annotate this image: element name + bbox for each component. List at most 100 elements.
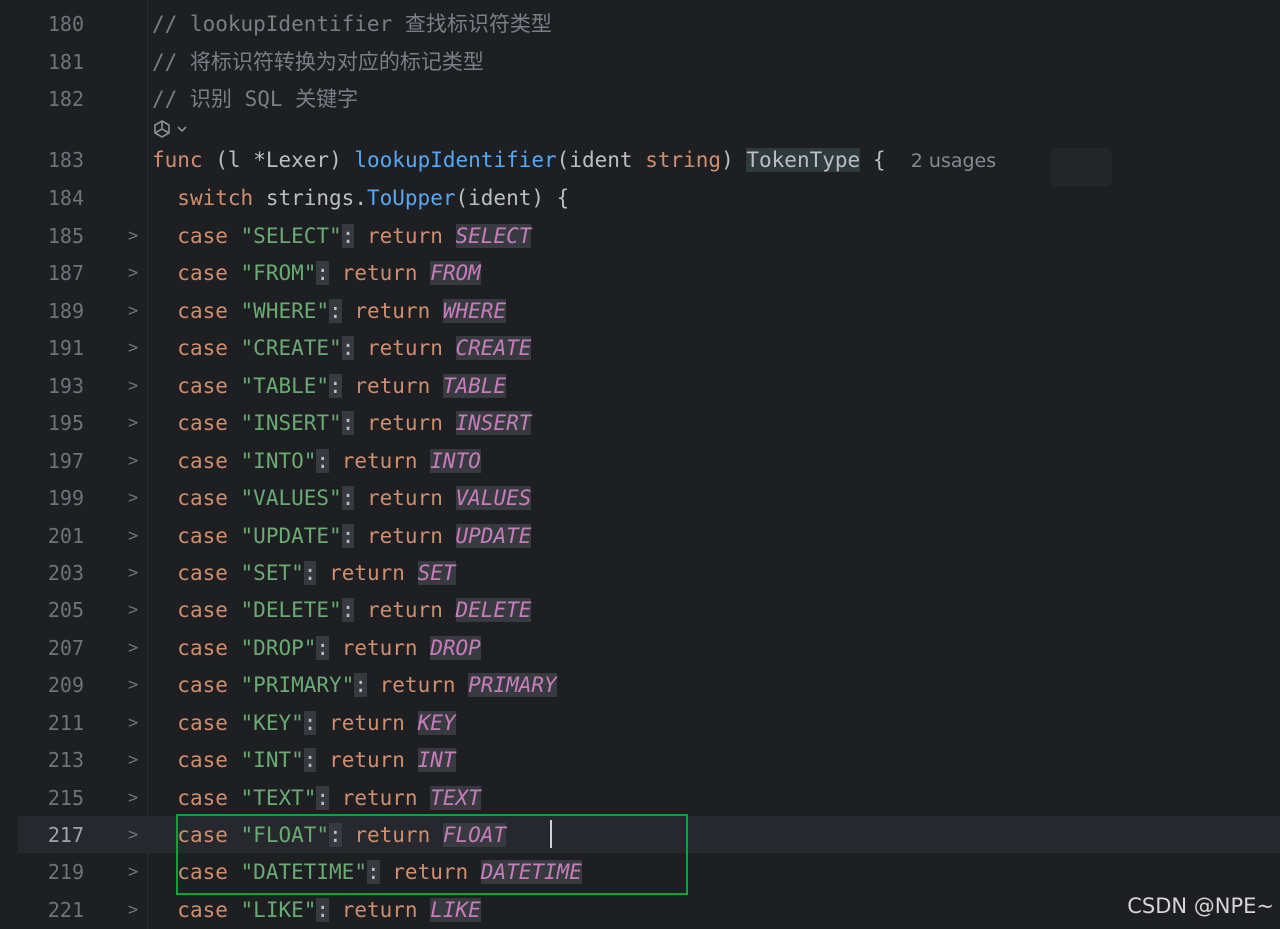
case-line: case "DELETE": return DELETE (152, 598, 532, 623)
ai-assistant-icon[interactable] (152, 118, 192, 140)
chevron-right-icon[interactable]: > (128, 374, 138, 398)
folded-colon[interactable]: : (316, 635, 330, 660)
chevron-right-icon[interactable]: > (128, 786, 138, 810)
line-number: 209 (47, 673, 84, 698)
keyword-case: case (177, 336, 228, 361)
keyword-case: case (177, 411, 228, 436)
chevron-right-icon[interactable]: > (128, 898, 138, 922)
folded-colon[interactable]: : (329, 298, 342, 323)
folded-colon[interactable]: : (341, 336, 355, 361)
folded-colon[interactable]: : (316, 897, 330, 922)
chevron-right-icon[interactable]: > (128, 561, 138, 585)
keyword-return: return (379, 673, 456, 698)
keyword-case: case (177, 261, 228, 286)
code-editor[interactable]: 180 // lookupIdentifier 查找标识符类型 181 // 将标识符… (0, 0, 1280, 929)
chevron-right-icon[interactable]: > (128, 711, 138, 735)
folded-colon[interactable]: : (316, 261, 330, 286)
folded-colon[interactable]: : (316, 448, 330, 473)
chevron-right-icon[interactable]: > (128, 748, 138, 772)
token-constant: INTO (430, 448, 481, 473)
line-number: 221 (47, 897, 84, 922)
usages-hint[interactable]: 2 usages (911, 150, 996, 172)
chevron-right-icon[interactable]: > (128, 224, 138, 248)
gutter-divider (147, 0, 148, 929)
chevron-right-icon[interactable]: > (128, 823, 138, 847)
chevron-right-icon[interactable]: > (128, 673, 138, 697)
line-number: 207 (47, 635, 84, 660)
function-name: lookupIdentifier (354, 148, 557, 172)
chevron-right-icon[interactable]: > (128, 449, 138, 473)
keyword-return: return (341, 897, 418, 922)
func-declaration-line: func (l *Lexer) lookupIdentifier(ident s… (152, 148, 996, 173)
chevron-right-icon[interactable]: > (128, 411, 138, 435)
folded-colon[interactable]: : (341, 411, 355, 436)
line-number: 193 (47, 373, 84, 398)
folded-colon[interactable]: : (341, 486, 355, 511)
watermark: CSDN @NPE~ (1127, 894, 1274, 918)
chevron-right-icon[interactable]: > (128, 598, 138, 622)
brace: { (556, 186, 570, 210)
keyword-return: return (354, 298, 431, 323)
folded-colon[interactable]: : (303, 560, 317, 585)
package-name: strings (265, 186, 355, 210)
keyword-return: return (341, 261, 418, 286)
chevron-right-icon[interactable]: > (128, 299, 138, 323)
chevron-right-icon[interactable]: > (128, 636, 138, 660)
string-literal: "KEY" (240, 710, 304, 735)
case-line: case "LIKE": return LIKE (152, 897, 481, 922)
folded-colon[interactable]: : (354, 673, 367, 698)
paren: ) (329, 148, 342, 172)
keyword-return: return (341, 448, 418, 473)
line-number: 217 (47, 823, 84, 848)
folded-colon[interactable]: : (341, 598, 355, 623)
folded-colon[interactable]: : (316, 785, 330, 810)
chevron-right-icon[interactable]: > (128, 486, 138, 510)
chevron-right-icon[interactable]: > (128, 336, 138, 360)
comment-line: // 识别 SQL 关键字 (152, 87, 359, 111)
chevron-right-icon[interactable]: > (128, 524, 138, 548)
keyword-case: case (177, 373, 228, 398)
chevron-right-icon[interactable]: > (128, 860, 138, 884)
folded-colon[interactable]: : (329, 373, 342, 398)
token-constant: INT (417, 748, 456, 773)
folded-colon[interactable]: : (303, 710, 317, 735)
token-constant: UPDATE (455, 523, 532, 548)
keyword-return: return (341, 635, 418, 660)
token-constant: TABLE (442, 373, 507, 398)
folded-colon[interactable]: : (341, 224, 355, 248)
chevron-right-icon[interactable]: > (128, 261, 138, 285)
line-number: 189 (47, 298, 84, 323)
folded-colon[interactable]: : (341, 523, 355, 548)
folded-colon[interactable]: : (303, 748, 317, 773)
switch-line: switch strings.ToUpper(ident) { (152, 186, 569, 210)
line-number: 201 (47, 523, 84, 548)
paren: ( (556, 148, 570, 172)
case-line: case "SET": return SET (152, 560, 456, 585)
obscured-region (1050, 148, 1112, 186)
